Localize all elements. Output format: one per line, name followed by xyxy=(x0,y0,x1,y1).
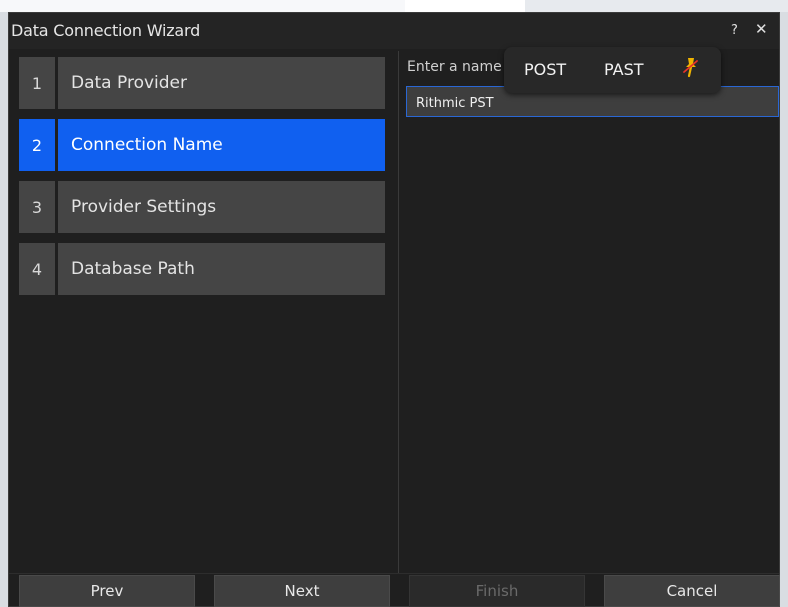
connection-name-prompt: Enter a name xyxy=(407,59,502,75)
wizard-dialog: Data Connection Wizard ? ✕ 1 Data Provid… xyxy=(8,12,780,607)
step-label: Connection Name xyxy=(58,119,385,171)
step-number: 2 xyxy=(19,119,55,171)
step-connection-name[interactable]: 2 Connection Name xyxy=(19,119,385,171)
step-provider-settings[interactable]: 3 Provider Settings xyxy=(19,181,385,233)
footer-divider xyxy=(9,573,779,574)
next-button[interactable]: Next xyxy=(214,575,390,607)
step-label: Data Provider xyxy=(58,57,385,109)
close-button[interactable]: ✕ xyxy=(755,20,768,38)
background-strip xyxy=(0,0,788,12)
pin-off-icon[interactable] xyxy=(680,56,700,78)
background-segment xyxy=(405,0,525,12)
window-title: Data Connection Wizard xyxy=(11,21,201,40)
autocorrect-popup: POST PAST xyxy=(504,47,721,93)
title-bar[interactable]: Data Connection Wizard ? ✕ xyxy=(9,13,779,49)
step-number: 1 xyxy=(19,57,55,109)
step-label: Provider Settings xyxy=(58,181,385,233)
suggestion-post[interactable]: POST xyxy=(524,60,566,79)
suggestion-past[interactable]: PAST xyxy=(604,60,644,79)
step-number: 3 xyxy=(19,181,55,233)
cancel-button[interactable]: Cancel xyxy=(604,575,780,607)
step-number: 4 xyxy=(19,243,55,295)
background-segment xyxy=(0,0,405,12)
step-label: Database Path xyxy=(58,243,385,295)
panel-divider xyxy=(398,51,399,573)
finish-button[interactable]: Finish xyxy=(409,575,585,607)
wizard-steps: 1 Data Provider 2 Connection Name 3 Prov… xyxy=(19,57,385,305)
background-segment xyxy=(525,0,788,12)
step-database-path[interactable]: 4 Database Path xyxy=(19,243,385,295)
prev-button[interactable]: Prev xyxy=(19,575,195,607)
step-data-provider[interactable]: 1 Data Provider xyxy=(19,57,385,109)
help-button[interactable]: ? xyxy=(731,23,738,38)
